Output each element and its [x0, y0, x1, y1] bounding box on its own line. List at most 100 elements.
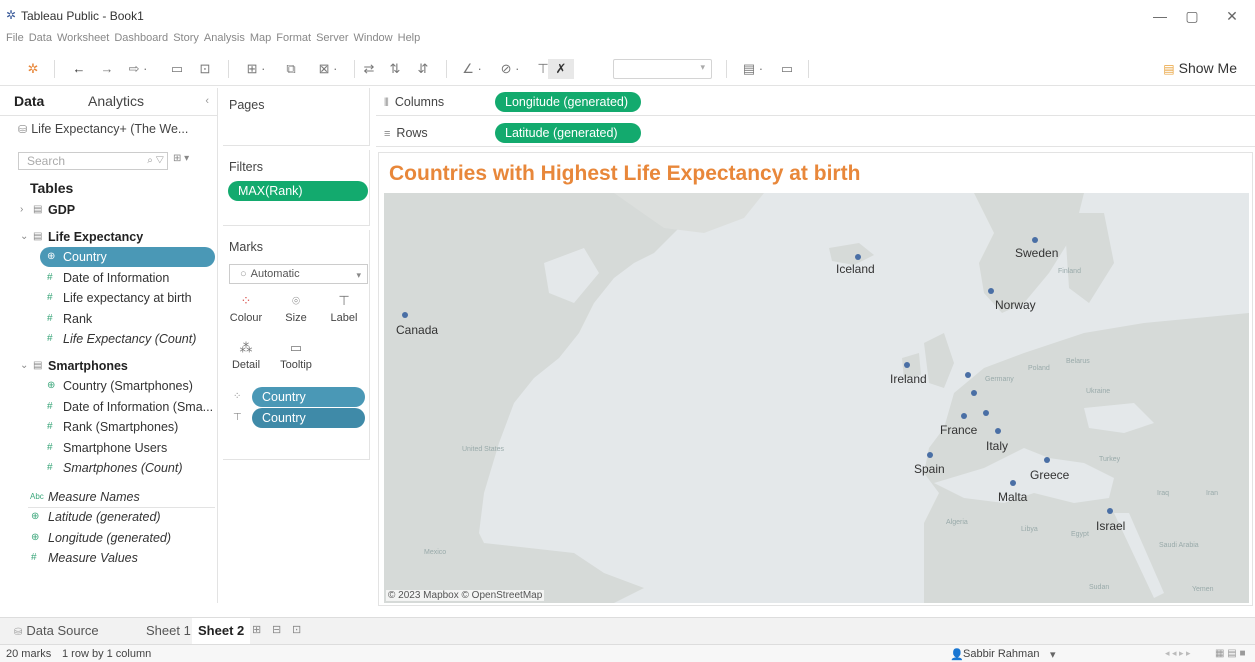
- label-button[interactable]: ⊤ Label: [325, 290, 363, 330]
- pages-card[interactable]: Pages: [223, 88, 370, 146]
- field-country-smartphones[interactable]: ⊕ Country (Smartphones): [0, 376, 218, 397]
- marks-type-dropdown[interactable]: ○ Automatic: [229, 264, 368, 284]
- menu-analysis[interactable]: Analysis: [204, 32, 245, 44]
- view-toggle-icon[interactable]: ▦ ▤ ■: [1215, 648, 1246, 659]
- marks-country-detail-pill[interactable]: Country: [252, 387, 365, 407]
- map[interactable]: Finland Germany Poland Belarus Ukraine T…: [384, 193, 1249, 603]
- sort-asc-icon[interactable]: ⇅: [386, 59, 404, 79]
- columns-shelf[interactable]: ⦀ Columns Longitude (generated): [376, 88, 1255, 116]
- menu-format[interactable]: Format: [276, 32, 311, 44]
- point-spain[interactable]: [927, 452, 933, 458]
- search-input[interactable]: Search ⌕ ▽: [18, 152, 168, 170]
- new-worksheet-icon[interactable]: ⊞: [252, 623, 261, 636]
- colour-button[interactable]: ⁘ Colour: [227, 290, 265, 330]
- swap-icon[interactable]: ⇄: [360, 59, 378, 79]
- field-measure-values[interactable]: # Measure Values: [0, 548, 218, 569]
- menu-worksheet[interactable]: Worksheet: [57, 32, 109, 44]
- filters-card[interactable]: Filters MAX(Rank): [223, 150, 370, 226]
- point-malta[interactable]: [1010, 480, 1016, 486]
- table-gdp[interactable]: › ▤ GDP: [0, 200, 218, 221]
- point-norway[interactable]: [988, 288, 994, 294]
- fit-dropdown[interactable]: [613, 59, 712, 79]
- highlight-icon[interactable]: ∠ ·: [458, 59, 486, 79]
- menu-help[interactable]: Help: [398, 32, 421, 44]
- new-story-icon[interactable]: ⊡: [292, 623, 301, 636]
- tableau-home-icon[interactable]: ✲: [24, 59, 42, 79]
- datasource-item[interactable]: ⛁ Life Expectancy+ (The We...: [18, 122, 188, 136]
- tab-data-source[interactable]: ⛁ Data Source: [14, 618, 99, 644]
- field-rank-smartphones[interactable]: # Rank (Smartphones): [0, 417, 218, 438]
- tooltip-button[interactable]: ▭ Tooltip: [277, 337, 315, 377]
- table-smartphones[interactable]: ⌄ ▤ Smartphones: [0, 356, 218, 377]
- group-icon[interactable]: ⊘ ·: [496, 59, 524, 79]
- redo-icon[interactable]: →: [98, 59, 116, 79]
- show-me-button[interactable]: ▤ Show Me: [1163, 60, 1237, 76]
- point-ireland[interactable]: [904, 362, 910, 368]
- point-sweden[interactable]: [1032, 237, 1038, 243]
- field-smartphone-users[interactable]: # Smartphone Users: [0, 438, 218, 459]
- menu-map[interactable]: Map: [250, 32, 271, 44]
- new-worksheet-icon[interactable]: ⊞ ·: [242, 59, 270, 79]
- sheet-navigation-icon[interactable]: ◂ ◂ ▸ ▸: [1165, 648, 1191, 659]
- fix-axes-icon[interactable]: ✗: [548, 59, 574, 79]
- columns-pill[interactable]: Longitude (generated): [495, 92, 641, 112]
- marks-country-label-pill[interactable]: Country: [252, 408, 365, 428]
- minimize-button[interactable]: —: [1148, 6, 1172, 26]
- viz-title[interactable]: Countries with Highest Life Expectancy a…: [389, 162, 860, 186]
- rows-shelf[interactable]: ≡ Rows Latitude (generated): [376, 119, 1255, 147]
- point-greece[interactable]: [1044, 457, 1050, 463]
- tab-sheet2[interactable]: Sheet 2: [192, 618, 251, 644]
- menu-file[interactable]: File: [6, 32, 24, 44]
- field-life-expectancy-count[interactable]: # Life Expectancy (Count): [0, 329, 218, 350]
- point-uk[interactable]: [965, 372, 971, 378]
- menu-data[interactable]: Data: [29, 32, 52, 44]
- field-life-expectancy-at-birth[interactable]: # Life expectancy at birth: [0, 288, 218, 309]
- size-button[interactable]: ⌾ Size: [277, 290, 315, 330]
- tab-sheet1[interactable]: Sheet 1: [146, 618, 191, 644]
- point-iceland[interactable]: [855, 254, 861, 260]
- user-name[interactable]: Sabbir Rahman: [963, 648, 1039, 660]
- field-measure-names[interactable]: Abc Measure Names: [0, 487, 218, 508]
- presentation-icon[interactable]: ▭: [778, 59, 796, 79]
- field-rank[interactable]: # Rank: [0, 309, 218, 330]
- new-dashboard-icon[interactable]: ⊟: [272, 623, 281, 636]
- map-attribution[interactable]: © 2023 Mapbox © OpenStreetMap: [386, 590, 545, 601]
- tables-heading: Tables: [30, 180, 74, 196]
- clear-sheet-icon[interactable]: ⊠ ·: [314, 59, 342, 79]
- point-belgium[interactable]: [971, 390, 977, 396]
- undo-icon[interactable]: ←: [70, 59, 88, 79]
- point-italy[interactable]: [995, 428, 1001, 434]
- cards-icon[interactable]: ▤ ·: [738, 59, 768, 79]
- field-country[interactable]: ⊕ Country: [0, 247, 218, 268]
- tab-analytics[interactable]: Analytics: [88, 93, 144, 109]
- save-disk-icon[interactable]: ▭: [168, 59, 186, 79]
- menu-server[interactable]: Server: [316, 32, 348, 44]
- detail-button[interactable]: ⁂ Detail: [227, 337, 265, 377]
- collapse-pane-icon[interactable]: ‹: [205, 95, 209, 107]
- view-options-icon[interactable]: ⊞ ▾: [173, 153, 189, 164]
- field-longitude-generated[interactable]: ⊕ Longitude (generated): [0, 528, 218, 549]
- user-dropdown-icon[interactable]: ▾: [1050, 648, 1056, 661]
- point-israel[interactable]: [1107, 508, 1113, 514]
- field-smartphones-count[interactable]: # Smartphones (Count): [0, 458, 218, 479]
- point-france[interactable]: [961, 413, 967, 419]
- menu-story[interactable]: Story: [173, 32, 199, 44]
- menu-window[interactable]: Window: [354, 32, 393, 44]
- table-life-expectancy[interactable]: ⌄ ▤ Life Expectancy: [0, 227, 218, 248]
- point-luxembourg[interactable]: [983, 410, 989, 416]
- rows-pill[interactable]: Latitude (generated): [495, 123, 641, 143]
- close-button[interactable]: ✕: [1220, 6, 1244, 26]
- filter-pill[interactable]: MAX(Rank): [228, 181, 368, 201]
- measure-icon: #: [47, 292, 53, 303]
- menu-dashboard[interactable]: Dashboard: [114, 32, 168, 44]
- point-canada[interactable]: [402, 312, 408, 318]
- field-date-of-information[interactable]: # Date of Information: [0, 268, 218, 289]
- field-date-of-information-sma[interactable]: # Date of Information (Sma...: [0, 397, 218, 418]
- sort-desc-icon[interactable]: ⇵: [414, 59, 432, 79]
- save-icon[interactable]: ⇨ ·: [124, 59, 152, 79]
- new-datasource-icon[interactable]: ⊡: [196, 59, 214, 79]
- duplicate-sheet-icon[interactable]: ⧉: [282, 59, 300, 79]
- maximize-button[interactable]: ▢: [1180, 6, 1204, 26]
- tab-data[interactable]: Data: [14, 93, 44, 109]
- field-latitude-generated[interactable]: ⊕ Latitude (generated): [0, 507, 218, 528]
